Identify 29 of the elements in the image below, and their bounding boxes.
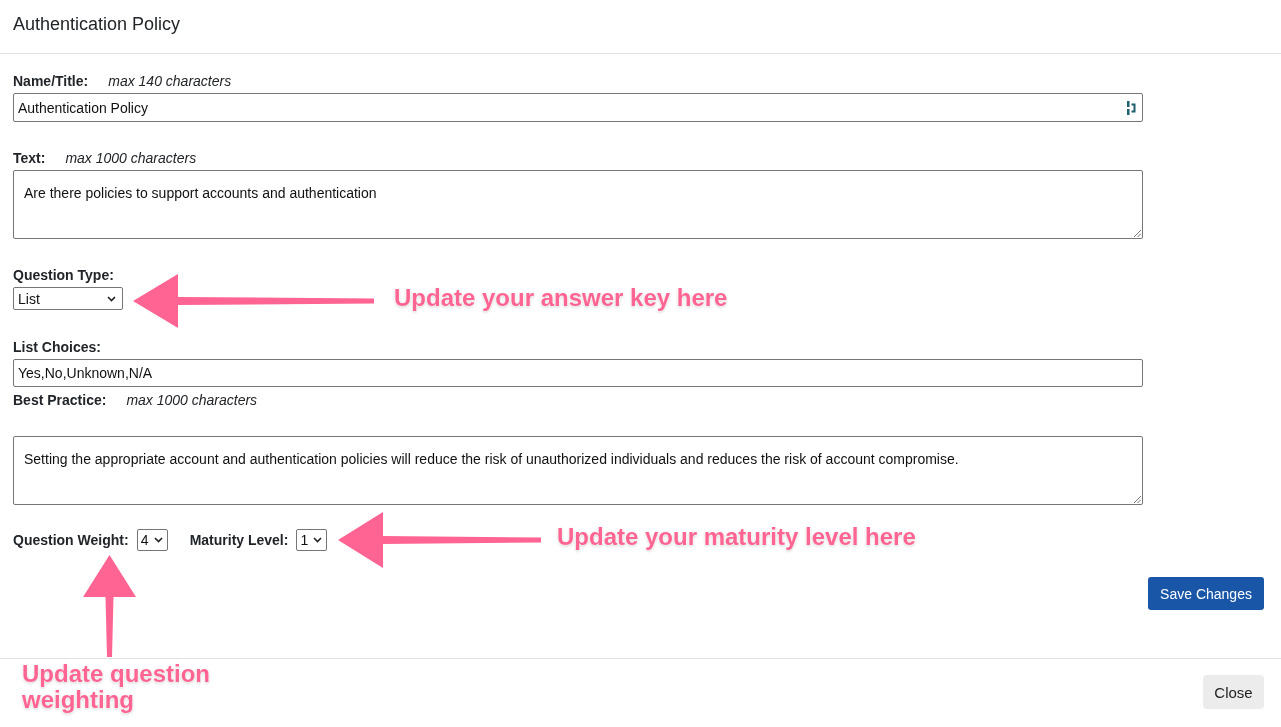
vertical-bars-icon[interactable] — [1127, 100, 1137, 115]
maturity-level-select[interactable]: 1 — [296, 529, 328, 551]
chevron-down-icon — [107, 295, 116, 302]
resize-grip-icon[interactable] — [1133, 495, 1141, 503]
field-hint: max 140 characters — [108, 72, 232, 91]
field-label: Best Practice: — [13, 391, 107, 410]
field-label: Question Weight: — [13, 531, 129, 550]
field-label: Name/Title: — [13, 72, 89, 91]
annotation-text: Update question weighting — [22, 661, 211, 713]
question-type-select[interactable]: List — [13, 287, 123, 310]
dialog-title: Authentication Policy — [13, 14, 181, 34]
field-hint: max 1000 characters — [65, 149, 197, 168]
close-button[interactable]: Close — [1203, 675, 1264, 709]
field-label: Question Type: — [13, 266, 114, 285]
name-title-input[interactable]: Authentication Policy — [13, 93, 1143, 122]
question-weight-select[interactable]: 4 — [136, 529, 168, 551]
annotation-text: Update your maturity level here — [557, 524, 916, 550]
field-label: List Choices: — [13, 338, 101, 357]
save-changes-button[interactable]: Save Changes — [1148, 577, 1264, 610]
field-hint: max 1000 characters — [126, 391, 258, 410]
field-label: Maturity Level: — [189, 531, 289, 550]
field-label: Text: — [13, 149, 46, 168]
resize-grip-icon[interactable] — [1133, 229, 1141, 237]
best-practice-field[interactable]: Setting the appropriate account and authentication policies will reduce the risk of unauthorized individuals and reduces the risk of account compromise. — [13, 436, 1143, 505]
list-choices-input[interactable]: Yes,No,Unknown,N/A — [13, 359, 1143, 387]
chevron-down-icon — [313, 537, 323, 543]
text-field[interactable]: Are there policies to support accounts and authentication — [13, 170, 1143, 239]
annotation-text: Update your answer key here — [394, 285, 728, 311]
chevron-down-icon — [153, 537, 163, 543]
